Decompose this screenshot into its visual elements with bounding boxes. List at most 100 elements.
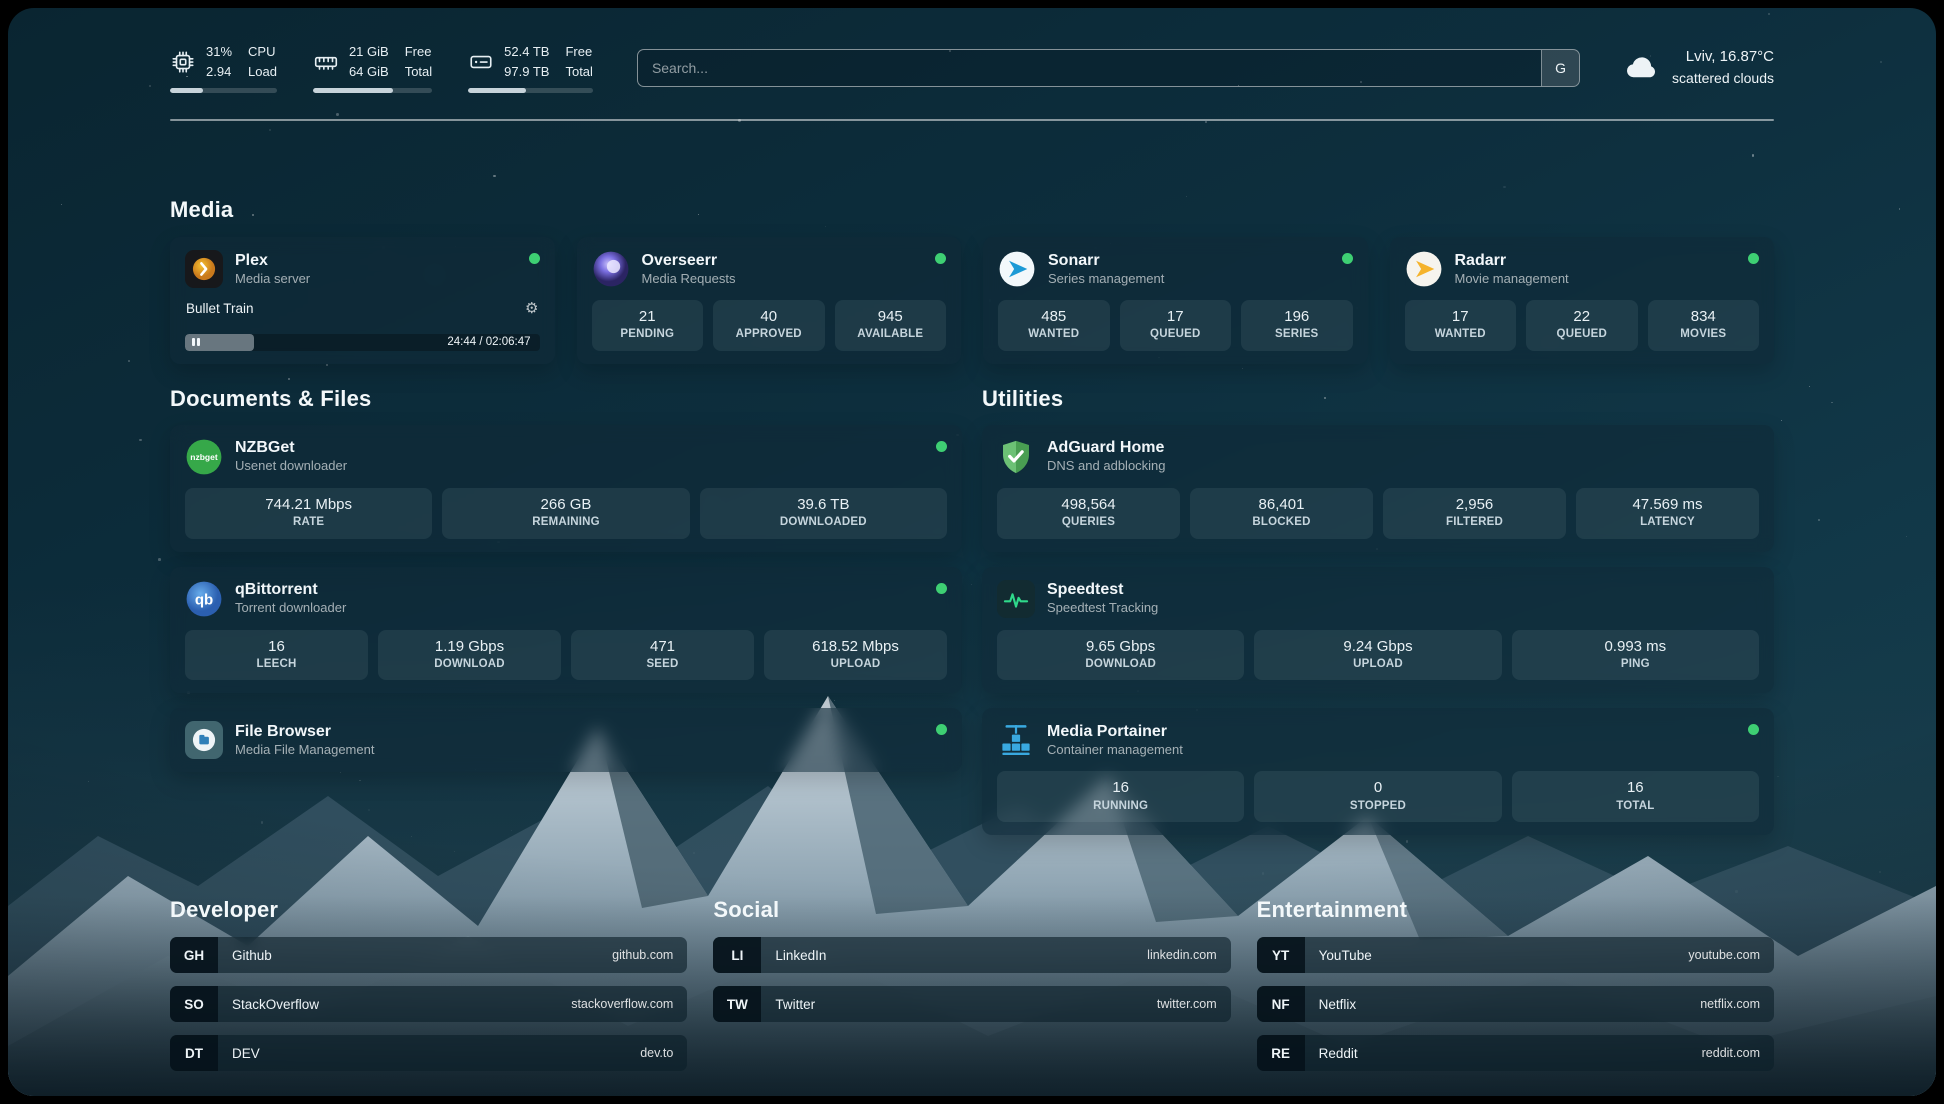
bookmark-url: dev.to — [640, 1046, 673, 1060]
cpu-label: CPU — [248, 42, 277, 62]
app-name: Speedtest — [1047, 580, 1158, 600]
bookmark-abbr: GH — [170, 937, 218, 973]
app-subtitle: Movie management — [1455, 271, 1569, 288]
search-bar: G — [637, 49, 1580, 87]
app-name: AdGuard Home — [1047, 438, 1166, 458]
playback-time: 24:44 / 02:06:47 — [447, 336, 530, 348]
app-card-filebrowser[interactable]: File Browser Media File Management — [170, 708, 962, 772]
stat-downloaded: 39.6 TB DOWNLOADED — [700, 488, 947, 539]
ram-total-value: 64 GiB — [349, 62, 389, 82]
app-name: Media Portainer — [1047, 722, 1183, 742]
app-subtitle: Media File Management — [235, 742, 374, 759]
app-card-adguard[interactable]: AdGuard Home DNS and adblocking 498,564 … — [982, 425, 1774, 552]
app-name: File Browser — [235, 722, 374, 742]
ram-usage-bar — [313, 88, 432, 93]
stat-running: 16 RUNNING — [997, 771, 1244, 822]
app-card-radarr[interactable]: Radarr Movie management 17 WANTED 22 QUE… — [1390, 237, 1775, 364]
weather-widget: Lviv, 16.87°C scattered clouds — [1624, 46, 1774, 88]
svg-text:nzbget: nzbget — [190, 452, 218, 462]
plex-icon — [185, 250, 223, 288]
bookmark-name: DEV — [232, 1046, 260, 1061]
status-online-dot — [936, 441, 947, 452]
section-title-developer: Developer — [170, 897, 687, 923]
filebrowser-icon — [185, 721, 223, 759]
bookmark-stackoverflow[interactable]: SO StackOverflow stackoverflow.com — [170, 986, 687, 1022]
app-subtitle: Usenet downloader — [235, 458, 347, 475]
stat-remaining: 266 GB REMAINING — [442, 488, 689, 539]
bookmark-url: netflix.com — [1700, 997, 1760, 1011]
stat-download: 9.65 Gbps DOWNLOAD — [997, 630, 1244, 681]
app-name: Overseerr — [642, 251, 736, 271]
bookmark-name: Github — [232, 948, 272, 963]
ram-total-label: Total — [405, 62, 432, 82]
now-playing-title: Bullet Train — [186, 301, 254, 316]
app-card-speedtest[interactable]: Speedtest Speedtest Tracking 9.65 Gbps D… — [982, 567, 1774, 694]
bookmark-github[interactable]: GH Github github.com — [170, 937, 687, 973]
bookmark-name: StackOverflow — [232, 997, 319, 1012]
bookmark-abbr: SO — [170, 986, 218, 1022]
status-online-dot — [936, 724, 947, 735]
app-card-nzbget[interactable]: nzbget NZBGet Usenet downloader 74 — [170, 425, 962, 552]
app-card-plex[interactable]: Plex Media server Bullet Train ⚙ 24:44 /… — [170, 237, 555, 364]
ram-widget: 21 GiB 64 GiB Free Total — [313, 42, 432, 93]
app-card-sonarr[interactable]: Sonarr Series management 485 WANTED 17 Q… — [983, 237, 1368, 364]
social-section: Social LI LinkedIn linkedin.com TW Twitt… — [713, 897, 1230, 1071]
sonarr-icon — [998, 250, 1036, 288]
app-subtitle: Media server — [235, 271, 310, 288]
section-title-entertainment: Entertainment — [1257, 897, 1774, 923]
ram-usage-bar-fill — [313, 88, 393, 93]
app-subtitle: Series management — [1048, 271, 1164, 288]
stat-upload: 618.52 Mbps UPLOAD — [764, 630, 947, 681]
bookmark-abbr: TW — [713, 986, 761, 1022]
search-engine-button[interactable]: G — [1541, 50, 1579, 86]
stat-wanted: 485 WANTED — [998, 300, 1110, 351]
settings-gear-icon[interactable]: ⚙ — [525, 301, 538, 316]
disk-total-label: Total — [565, 62, 592, 82]
disk-total-value: 97.9 TB — [504, 62, 549, 82]
bookmark-reddit[interactable]: RE Reddit reddit.com — [1257, 1035, 1774, 1071]
stat-seed: 471 SEED — [571, 630, 754, 681]
ram-free-value: 21 GiB — [349, 42, 389, 62]
developer-section: Developer GH Github github.com SO StackO… — [170, 897, 687, 1071]
app-name: Radarr — [1455, 251, 1569, 271]
stat-movies: 834 MOVIES — [1648, 300, 1760, 351]
app-card-overseerr[interactable]: Overseerr Media Requests 21 PENDING 40 A… — [577, 237, 962, 364]
weather-condition: scattered clouds — [1672, 68, 1774, 88]
stat-series: 196 SERIES — [1241, 300, 1353, 351]
bookmark-abbr: YT — [1257, 937, 1305, 973]
bookmark-url: stackoverflow.com — [571, 997, 673, 1011]
app-card-portainer[interactable]: Media Portainer Container management 16 … — [982, 708, 1774, 835]
app-subtitle: Speedtest Tracking — [1047, 600, 1158, 617]
app-card-qbittorrent[interactable]: qb qBittorrent Torrent downloader — [170, 567, 962, 694]
stat-pending: 21 PENDING — [592, 300, 704, 351]
playback-progress-bar[interactable]: 24:44 / 02:06:47 — [185, 334, 540, 351]
bookmark-url: youtube.com — [1688, 948, 1760, 962]
bookmark-url: github.com — [612, 948, 673, 962]
app-subtitle: Container management — [1047, 742, 1183, 759]
status-online-dot — [529, 253, 540, 264]
bookmark-abbr: NF — [1257, 986, 1305, 1022]
app-subtitle: DNS and adblocking — [1047, 458, 1166, 475]
bookmark-twitter[interactable]: TW Twitter twitter.com — [713, 986, 1230, 1022]
cpu-usage-bar-fill — [170, 88, 203, 93]
stat-queries: 498,564 QUERIES — [997, 488, 1180, 539]
app-subtitle: Torrent downloader — [235, 600, 346, 617]
pause-icon[interactable] — [192, 334, 200, 351]
ram-icon — [313, 49, 339, 75]
cpu-usage-bar — [170, 88, 277, 93]
adguard-icon — [997, 438, 1035, 476]
stat-wanted: 17 WANTED — [1405, 300, 1517, 351]
stat-queued: 22 QUEUED — [1526, 300, 1638, 351]
ram-free-label: Free — [405, 42, 432, 62]
bookmark-youtube[interactable]: YT YouTube youtube.com — [1257, 937, 1774, 973]
search-input[interactable] — [638, 50, 1541, 86]
disk-free-value: 52.4 TB — [504, 42, 549, 62]
bookmark-linkedin[interactable]: LI LinkedIn linkedin.com — [713, 937, 1230, 973]
status-online-dot — [935, 253, 946, 264]
section-title-media: Media — [170, 197, 1774, 223]
bookmark-dev[interactable]: DT DEV dev.to — [170, 1035, 687, 1071]
bookmark-name: YouTube — [1319, 948, 1372, 963]
status-online-dot — [1748, 724, 1759, 735]
bookmark-netflix[interactable]: NF Netflix netflix.com — [1257, 986, 1774, 1022]
bookmark-name: Twitter — [775, 997, 815, 1012]
